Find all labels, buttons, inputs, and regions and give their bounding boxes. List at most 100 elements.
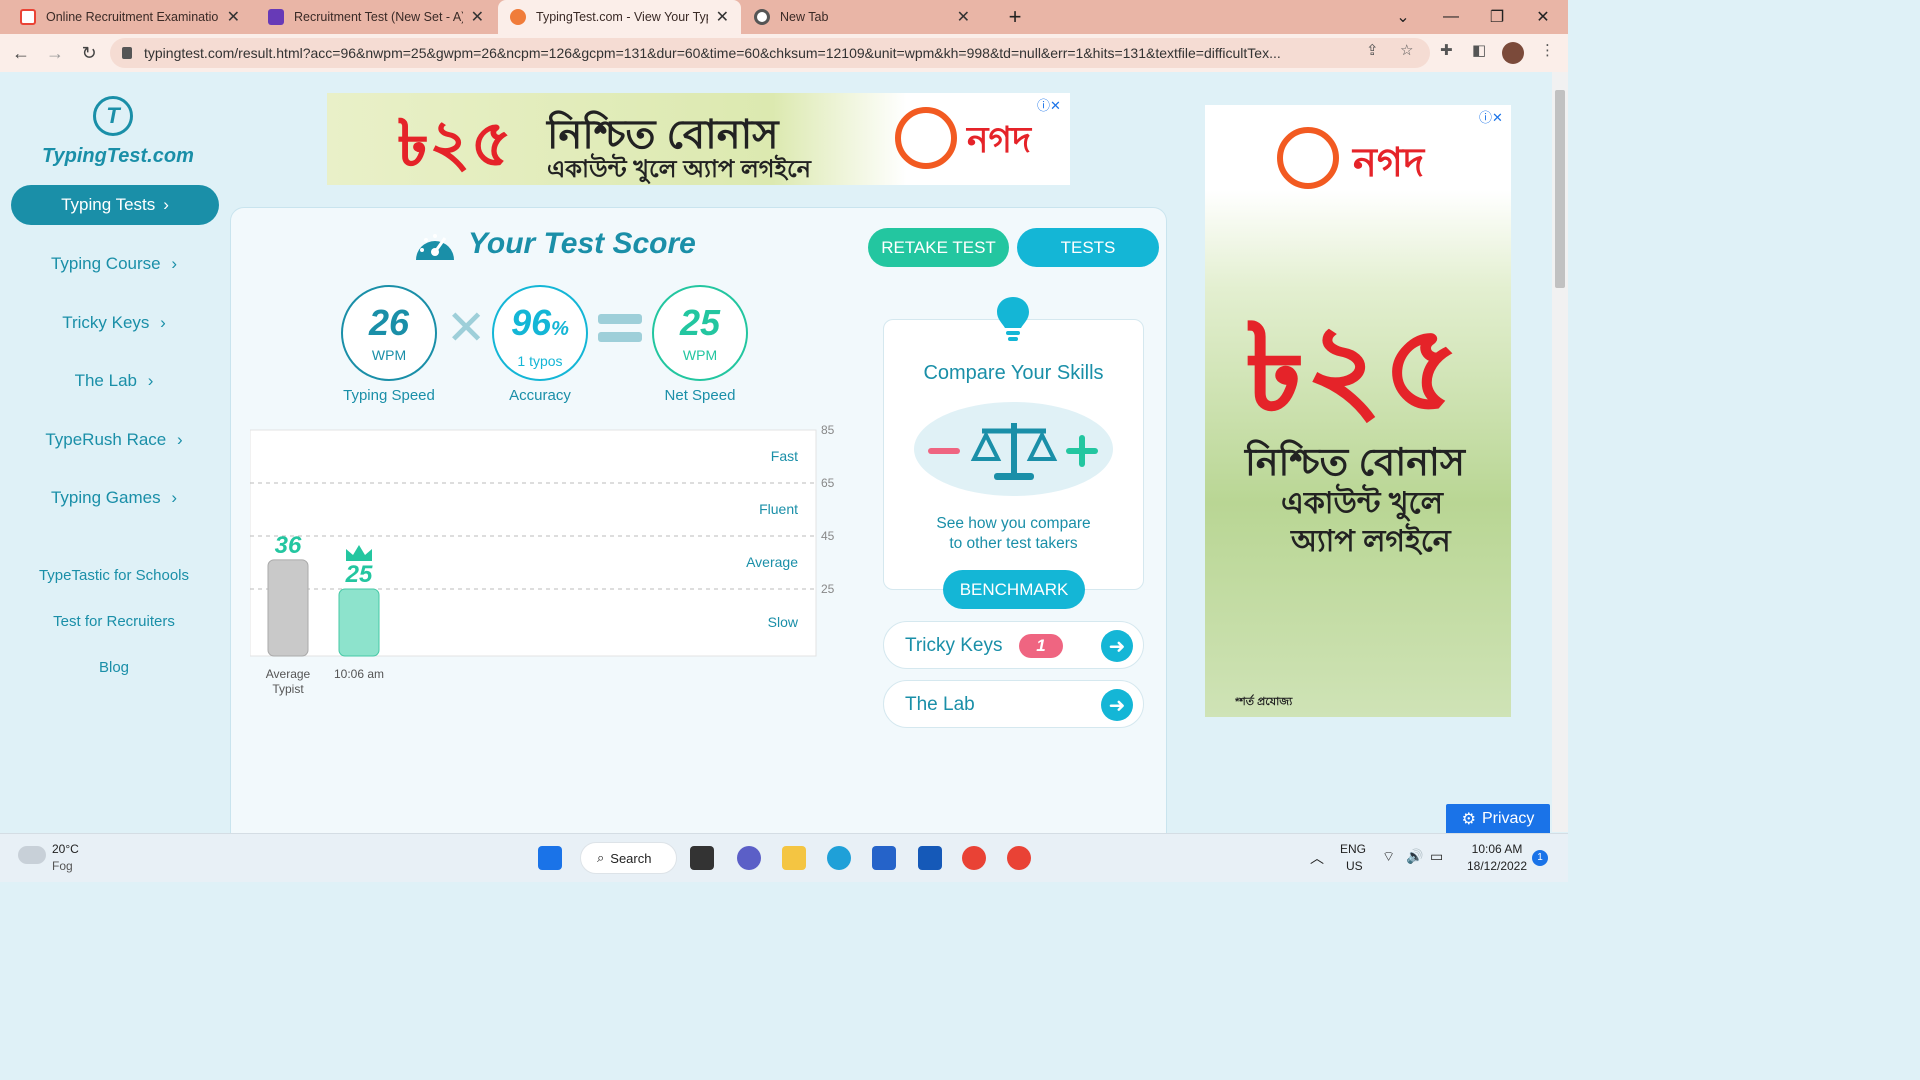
store-icon[interactable] [872,846,896,870]
search-icon: ⌕ [597,850,605,865]
maximize-button[interactable]: ❐ [1474,0,1520,34]
side-panel-icon[interactable]: ◧ [1472,41,1486,59]
privacy-button[interactable]: ⚙ Privacy [1446,804,1550,834]
language-region[interactable]: US [1346,859,1363,873]
ad-side-skyscraper[interactable]: নগদ ৳২৫ নিশ্চিত বোনাস একাউন্ট খুলে অ্যাপ… [1205,105,1511,717]
tricky-keys-label: Tricky Keys [905,635,1003,656]
chrome-taskbar-icon[interactable] [962,846,986,870]
weather-temp[interactable]: 20°C [52,842,79,856]
close-icon[interactable]: ✕ [471,7,484,27]
sidebar-link-blog[interactable]: Blog [0,659,228,676]
minimize-button[interactable]: — [1428,0,1474,34]
typing-speed-circle: 26 WPM [341,285,437,381]
chart-category-label: 10:06 am [334,667,384,681]
sidebar-item-typing-tests[interactable]: Typing Tests › [11,185,219,225]
page-title: Your Test Score [412,226,696,262]
ad-info-icon[interactable]: ⓘ✕ [1037,95,1061,114]
chart-category-label: Typist [272,682,304,696]
close-icon[interactable]: ✕ [227,7,240,27]
language-code[interactable]: ENG [1340,842,1366,856]
chrome-profile-taskbar-icon[interactable] [1007,846,1031,870]
edge-icon[interactable] [827,846,851,870]
sidebar-item-label: Tricky Keys [62,313,150,332]
scrollbar-thumb[interactable] [1555,90,1565,288]
close-icon[interactable]: ✕ [957,7,970,27]
chevron-right-icon: › [147,371,154,390]
forms-icon [268,9,284,25]
close-icon[interactable]: ✕ [716,7,729,27]
tab-new-tab[interactable]: New Tab ✕ [742,0,982,34]
typingtest-logo-icon[interactable]: T [93,96,133,136]
ad-info-icon[interactable]: ⓘ✕ [1479,107,1503,126]
sidebar-link-recruiters[interactable]: Test for Recruiters [0,613,228,630]
gear-icon: ⚙ [1461,811,1476,828]
lightbulb-icon [997,297,1029,341]
reload-icon[interactable]: ↻ [76,40,102,66]
back-arrow-icon[interactable]: ← [8,40,34,66]
chevron-right-icon: › [171,254,178,273]
search-label: Search [610,850,652,866]
privacy-label: Privacy [1481,810,1535,827]
chart-band-label: Fluent [759,501,798,517]
arrow-right-icon[interactable]: ➜ [1101,630,1133,662]
quick-assist-icon[interactable] [918,846,942,870]
sidebar-link-typetastic[interactable]: TypeTastic for Schools [0,567,228,584]
tricky-keys-link[interactable]: Tricky Keys 1 ➜ [883,621,1144,669]
clock-date[interactable]: 18/12/2022 [1462,859,1532,873]
ad-brand: নগদ [1353,141,1425,185]
chrome-icon [754,9,770,25]
sidebar-item-tricky-keys[interactable]: Tricky Keys › [0,313,228,333]
volume-icon[interactable]: 🔊 [1406,848,1423,865]
sidebar-item-typing-course[interactable]: Typing Course › [0,254,228,274]
sidebar-item-label: Typing Course [50,254,161,273]
address-bar[interactable]: typingtest.com/result.html?acc=96&nwpm=2… [110,38,1430,68]
the-lab-link[interactable]: The Lab ➜ [883,680,1144,728]
browser-toolbar: ← → ↻ typingtest.com/result.html?acc=96&… [0,34,1568,72]
chevron-up-icon[interactable]: ︿ [1310,848,1324,868]
equals-icon [598,314,642,324]
site-logo[interactable]: TypingTest.com [42,145,194,168]
chart-band-label: Average [746,554,798,570]
clock-time[interactable]: 10:06 AM [1462,842,1532,856]
file-explorer-icon[interactable] [782,846,806,870]
tab-forms[interactable]: Recruitment Test (New Set - A) ✕ [256,0,496,34]
extensions-icon[interactable]: ✚ [1440,41,1453,59]
speed-comparison-chart: 85654525FastFluentAverageSlow36AverageTy… [250,425,835,696]
profile-avatar[interactable] [1502,42,1524,64]
task-view-icon[interactable] [690,846,714,870]
star-icon[interactable]: ☆ [1400,41,1413,59]
chart-band-label: Fast [771,448,798,464]
sidebar-item-the-lab[interactable]: The Lab › [0,371,228,391]
chart-data-label: 25 [345,561,373,588]
compare-desc-line-2: to other test takers [949,535,1078,552]
typing-speed-label: Typing Speed [343,387,435,404]
ad-amount: ৳২৫ [397,107,513,179]
benchmark-button[interactable]: BENCHMARK [943,570,1085,609]
ad-banner-top[interactable]: ৳২৫ নিশ্চিত বোনাস একাউন্ট খুলে অ্যাপ লগই… [327,93,1070,185]
battery-icon[interactable]: ▭ [1430,848,1443,865]
tab-gmail[interactable]: Online Recruitment Examination ✕ [8,0,252,34]
share-icon[interactable]: ⇪ [1366,41,1379,59]
tab-search-chevron-icon[interactable]: ⌄ [1380,0,1426,34]
window-close-button[interactable]: ✕ [1520,0,1566,34]
arrow-right-icon[interactable]: ➜ [1101,689,1133,721]
weather-fog-icon[interactable] [18,846,46,864]
new-tab-button[interactable]: + [992,0,1038,34]
tests-button[interactable]: TESTS [1017,228,1159,267]
retake-test-button[interactable]: RETAKE TEST [868,228,1009,267]
typing-speed-value: 26 [368,302,410,343]
windows-start-icon[interactable] [538,846,562,870]
page-scrollbar[interactable] [1552,72,1568,832]
taskbar-search-box[interactable]: ⌕ Search [580,842,677,874]
sidebar-item-typerush-race[interactable]: TypeRush Race › [0,430,228,450]
menu-kebab-icon[interactable]: ⋮ [1540,41,1555,59]
forward-arrow-icon[interactable]: → [42,40,68,66]
tab-typingtest[interactable]: TypingTest.com - View Your Typing ✕ [498,0,741,34]
notification-count-badge[interactable]: 1 [1532,850,1548,866]
sidebar-item-typing-games[interactable]: Typing Games › [0,488,228,508]
weather-desc[interactable]: Fog [52,859,73,873]
ad-side-line-2: অ্যাপ লগইনে [1291,525,1451,558]
wifi-icon[interactable]: ⌔ [1382,848,1395,866]
teams-chat-icon[interactable] [737,846,761,870]
typingtest-favicon [510,9,526,25]
